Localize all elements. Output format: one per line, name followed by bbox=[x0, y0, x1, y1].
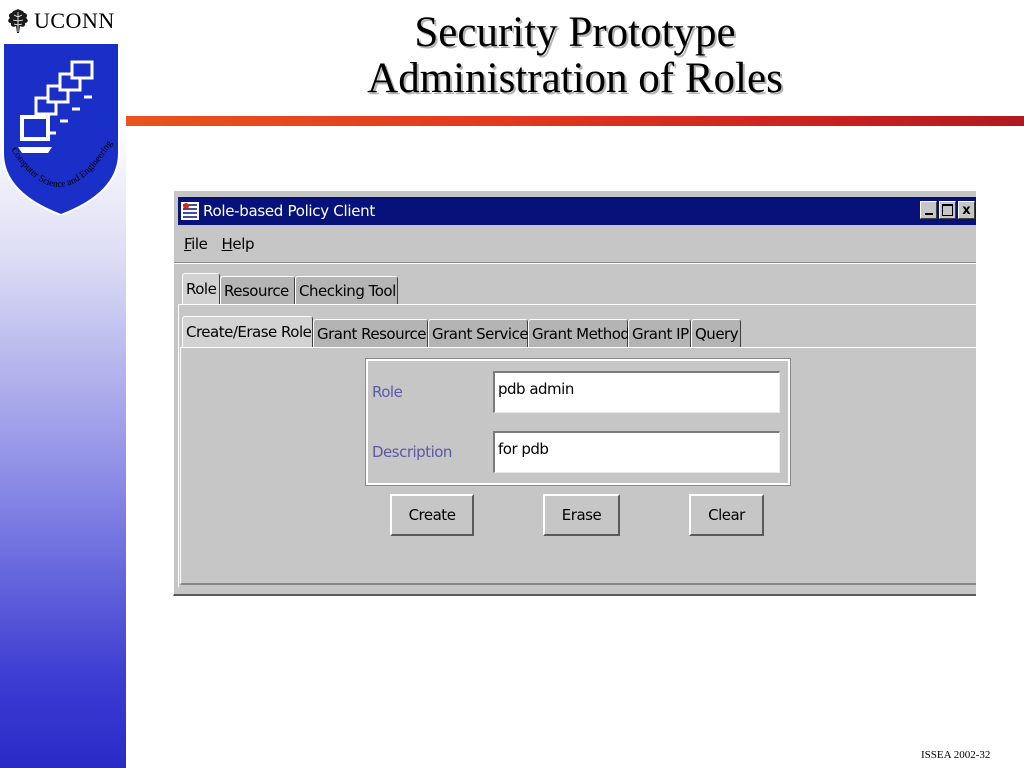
title-underline-bar bbox=[126, 116, 1024, 126]
menu-divider-highlight bbox=[174, 263, 976, 264]
tab-role[interactable]: Role bbox=[182, 273, 220, 304]
app-icon bbox=[181, 202, 199, 220]
menu-file[interactable]: File bbox=[184, 235, 208, 253]
menu-file-label: ile bbox=[191, 235, 208, 253]
slide-footer: ISSEA 2002-32 bbox=[921, 749, 991, 761]
role-input[interactable]: pdb admin bbox=[493, 371, 780, 413]
window-titlebar[interactable]: Role-based Policy Client x bbox=[178, 197, 976, 225]
clear-button[interactable]: Clear bbox=[689, 494, 764, 536]
tab-grant-service[interactable]: Grant Service bbox=[428, 319, 529, 347]
uconn-logo: UCONN bbox=[6, 6, 115, 36]
menu-help[interactable]: Help bbox=[222, 235, 255, 253]
cse-shield-logo: Computer Science and Engineering bbox=[2, 43, 120, 215]
tab-grant-resource[interactable]: Grant Resource bbox=[313, 319, 428, 347]
role-policy-client-window: Role-based Policy Client x File Help Rol… bbox=[173, 190, 976, 596]
tab-resource[interactable]: Resource bbox=[220, 276, 295, 304]
close-icon[interactable]: x bbox=[958, 201, 975, 219]
minimize-icon[interactable] bbox=[920, 201, 937, 219]
oak-leaf-icon bbox=[8, 9, 28, 33]
slide-title-line1: Security Prototype bbox=[414, 9, 736, 56]
menu-help-label: elp bbox=[232, 235, 255, 253]
erase-button[interactable]: Erase bbox=[543, 494, 620, 536]
tab-create-erase-role[interactable]: Create/Erase Role bbox=[182, 316, 313, 347]
description-input[interactable]: for pdb bbox=[493, 431, 780, 473]
description-label: Description bbox=[372, 443, 452, 461]
slide-title-line2: Administration of Roles bbox=[367, 55, 783, 102]
window-title: Role-based Policy Client bbox=[203, 202, 375, 220]
tab-query[interactable]: Query bbox=[691, 319, 741, 347]
uconn-logo-text: UCONN bbox=[34, 8, 115, 33]
role-label: Role bbox=[372, 383, 403, 401]
slide-title: Security Prototype Administration of Rol… bbox=[250, 10, 900, 102]
menu-help-mnemonic: H bbox=[221, 235, 233, 253]
tab-grant-method[interactable]: Grant Method bbox=[528, 319, 630, 347]
main-tab-strip: Role Resource Checking Tool bbox=[182, 273, 398, 304]
tab-grant-ip[interactable]: Grant IP bbox=[628, 319, 691, 347]
tab-checking-tool[interactable]: Checking Tool bbox=[295, 276, 398, 304]
create-button[interactable]: Create bbox=[390, 494, 474, 536]
menu-bar: File Help bbox=[178, 231, 262, 257]
sub-tab-strip: Create/Erase Role Grant Resource Grant S… bbox=[182, 316, 741, 347]
maximize-icon[interactable] bbox=[939, 201, 956, 219]
